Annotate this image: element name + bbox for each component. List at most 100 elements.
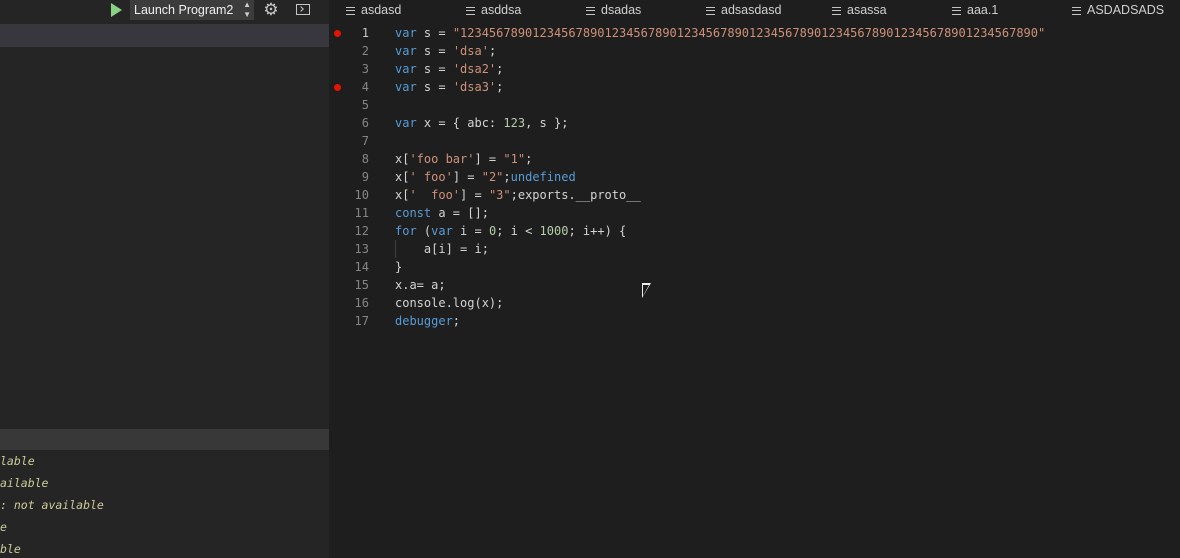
code-token: var bbox=[395, 26, 417, 40]
code-token: a = []; bbox=[431, 206, 489, 220]
tab-asddsa[interactable]: asddsa bbox=[466, 0, 521, 20]
code-token: var bbox=[395, 116, 417, 130]
launch-configuration-select[interactable]: Launch Program2 ▲ ▼ bbox=[130, 0, 254, 20]
code-token: s = bbox=[416, 80, 453, 94]
tab-asdasd[interactable]: asdasd bbox=[346, 0, 401, 20]
code-token: console.log(x); bbox=[395, 296, 504, 310]
code-token: undefined bbox=[510, 170, 576, 184]
code-token: ; i < bbox=[496, 224, 540, 238]
line-number: 10 bbox=[354, 188, 369, 202]
code-token: x[ bbox=[395, 152, 410, 166]
start-debugging-button[interactable] bbox=[107, 1, 125, 19]
tab-dsadas[interactable]: dsadas bbox=[586, 0, 641, 20]
line-number: 7 bbox=[361, 134, 369, 148]
code-line[interactable]: 7 bbox=[329, 132, 1180, 150]
code-text: var s = "1234567890123456789012345678901… bbox=[395, 24, 1045, 42]
code-line[interactable]: 16 console.log(x); bbox=[329, 294, 1180, 312]
line-number: 11 bbox=[354, 206, 369, 220]
tab-asdadsads[interactable]: ASDADSADS bbox=[1072, 0, 1164, 20]
selected-tree-row[interactable] bbox=[0, 24, 329, 47]
line-number: 3 bbox=[361, 62, 369, 76]
launch-configuration-label: Launch Program2 bbox=[134, 3, 234, 17]
code-token: 'dsa2' bbox=[452, 62, 497, 76]
code-line[interactable]: 2 var s = 'dsa'; bbox=[329, 42, 1180, 60]
code-editor[interactable]: 1 var s = "123456789012345678901234567890… bbox=[329, 24, 1180, 558]
watch-item[interactable]: lable bbox=[0, 450, 329, 472]
code-text: for (var i = 0; i < 1000; i++) { bbox=[395, 222, 626, 240]
code-token: ] = bbox=[452, 170, 482, 184]
code-line[interactable]: 10 x[' foo'] = "3";exports.__proto__ bbox=[329, 186, 1180, 204]
select-arrows-icon: ▲ ▼ bbox=[243, 0, 251, 19]
code-token: "123456789012345678901234567890123456789… bbox=[452, 26, 1046, 40]
watch-item[interactable]: ailable bbox=[0, 472, 329, 494]
code-line[interactable]: 3 var s = 'dsa2'; bbox=[329, 60, 1180, 78]
line-number: 5 bbox=[361, 98, 369, 112]
code-text: console.log(x); bbox=[395, 294, 503, 312]
code-token: "3" bbox=[488, 188, 511, 202]
line-number: 17 bbox=[354, 314, 369, 328]
code-line[interactable]: 8 x['foo bar'] = "1"; bbox=[329, 150, 1180, 168]
code-token: var bbox=[431, 224, 453, 238]
tab-adsasdasd[interactable]: adsasdasd bbox=[706, 0, 781, 20]
code-text: x[' foo'] = "2";undefined bbox=[395, 168, 576, 186]
code-token: ;exports.__proto__ bbox=[510, 188, 641, 202]
tab-label: asdasd bbox=[361, 3, 402, 17]
code-text: x['foo bar'] = "1"; bbox=[395, 150, 532, 168]
line-number: 16 bbox=[354, 296, 369, 310]
code-token: x = { abc: bbox=[416, 116, 504, 130]
terminal-icon[interactable] bbox=[296, 4, 310, 15]
code-text: const a = []; bbox=[395, 204, 489, 222]
code-token: ; i++) { bbox=[568, 224, 627, 238]
code-line[interactable]: 12 for (var i = 0; i < 1000; i++) { bbox=[329, 222, 1180, 240]
watch-item[interactable]: : not available bbox=[0, 494, 329, 516]
breakpoint-dot[interactable] bbox=[334, 30, 341, 37]
code-line[interactable]: 6 var x = { abc: 123, s }; bbox=[329, 114, 1180, 132]
code-token: a[i] = i; bbox=[395, 242, 489, 256]
code-line[interactable]: 1 var s = "123456789012345678901234567890… bbox=[329, 24, 1180, 42]
code-token: 123 bbox=[503, 116, 526, 130]
line-number: 12 bbox=[354, 224, 369, 238]
code-line[interactable]: 9 x[' foo'] = "2";undefined bbox=[329, 168, 1180, 186]
code-line[interactable]: 14} bbox=[329, 258, 1180, 276]
code-token: x[ bbox=[395, 188, 410, 202]
code-text: debugger; bbox=[395, 312, 460, 330]
code-token: ] = bbox=[460, 188, 489, 202]
breakpoint-dot[interactable] bbox=[334, 84, 341, 91]
code-text: x[' foo'] = "3";exports.__proto__ bbox=[395, 186, 641, 204]
code-line[interactable]: 5 bbox=[329, 96, 1180, 114]
debug-toolbar: Launch Program2 ▲ ▼ ⚙ bbox=[0, 0, 329, 22]
code-text: var s = 'dsa'; bbox=[395, 42, 496, 60]
tab-asassa[interactable]: asassa bbox=[832, 0, 887, 20]
tab-aaa-1[interactable]: aaa.1 bbox=[952, 0, 998, 20]
code-line[interactable]: 11 const a = []; bbox=[329, 204, 1180, 222]
code-token: ] = bbox=[474, 152, 504, 166]
code-text: var x = { abc: 123, s }; bbox=[395, 114, 568, 132]
code-line[interactable]: 17 debugger; bbox=[329, 312, 1180, 330]
code-token: "1" bbox=[503, 152, 526, 166]
code-line[interactable]: 15 x.a= a; bbox=[329, 276, 1180, 294]
code-line[interactable]: 4 var s = 'dsa3'; bbox=[329, 78, 1180, 96]
code-line[interactable]: 13 a[i] = i; bbox=[329, 240, 1180, 258]
code-token: "2" bbox=[481, 170, 504, 184]
watch-item[interactable]: e bbox=[0, 516, 329, 538]
gear-icon[interactable]: ⚙ bbox=[262, 0, 280, 20]
tab-label: asddsa bbox=[481, 3, 522, 17]
file-lines-icon bbox=[952, 7, 961, 15]
code-token: x.a= a; bbox=[395, 278, 446, 292]
watch-item[interactable]: ble bbox=[0, 538, 329, 558]
code-token: ; bbox=[525, 152, 533, 166]
tab-label: adsasdasd bbox=[721, 3, 782, 17]
code-token: 'dsa' bbox=[452, 44, 489, 58]
code-text: a[i] = i; bbox=[395, 240, 489, 258]
line-number: 6 bbox=[361, 116, 369, 130]
code-token: ; bbox=[452, 314, 461, 328]
file-lines-icon bbox=[832, 7, 841, 15]
code-text: var s = 'dsa2'; bbox=[395, 60, 503, 78]
watch-section-header[interactable] bbox=[0, 429, 329, 450]
code-token: for bbox=[395, 224, 417, 238]
code-token: ' foo' bbox=[409, 170, 453, 184]
code-token: const bbox=[395, 206, 432, 220]
code-token: s = bbox=[416, 62, 453, 76]
code-token: var bbox=[395, 80, 417, 94]
code-text: } bbox=[395, 258, 402, 276]
